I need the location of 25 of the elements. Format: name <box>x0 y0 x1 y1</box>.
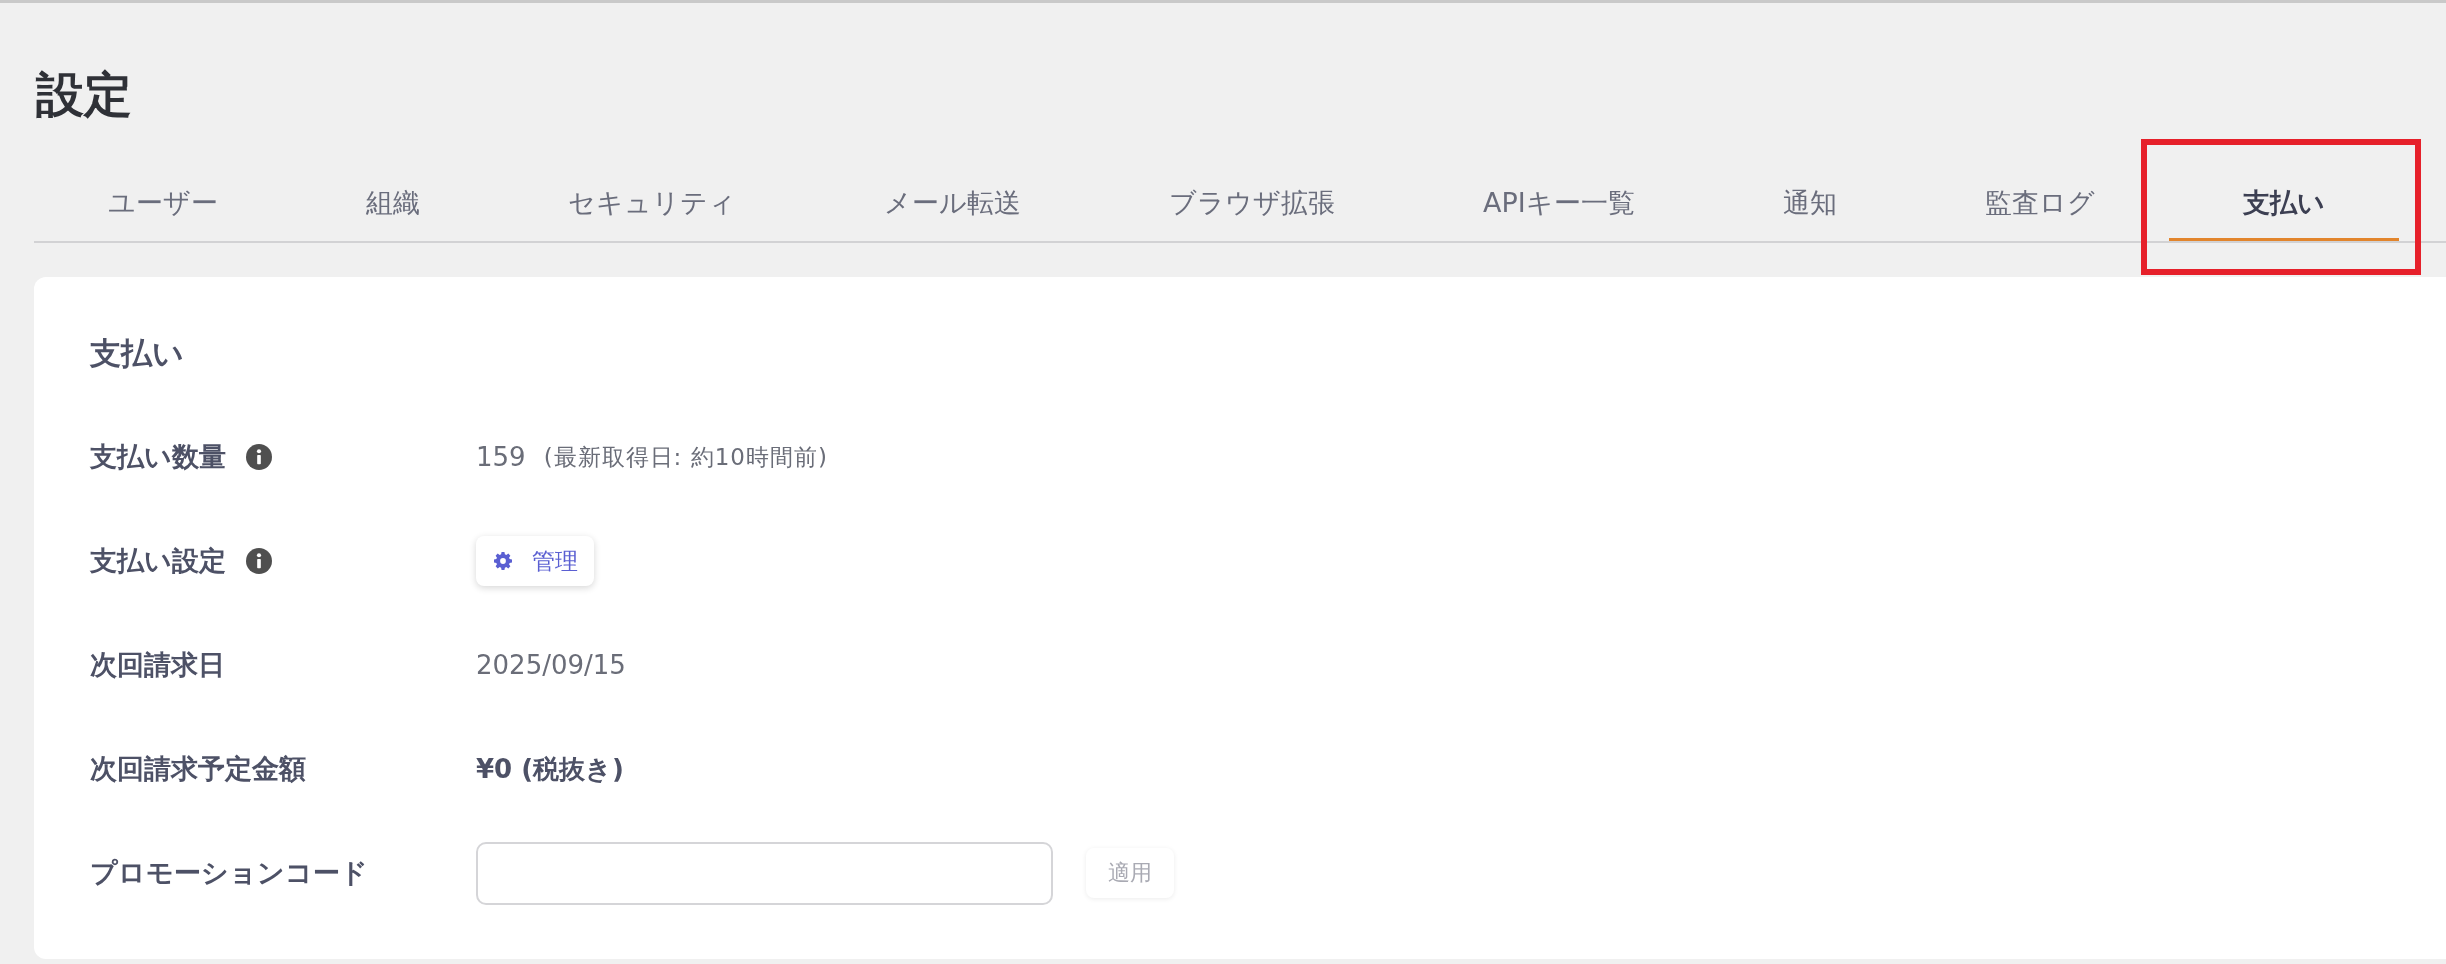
manage-button[interactable]: 管理 <box>476 536 594 586</box>
tab[interactable]: メール転送 <box>810 167 1095 241</box>
field-label: プロモーションコード <box>90 856 368 890</box>
field-label: 支払い設定 <box>90 544 226 578</box>
info-icon[interactable] <box>246 444 272 470</box>
field-value: 159 <box>476 442 526 472</box>
amount-value: ¥0 (税抜き) <box>476 752 624 786</box>
field-label: 次回請求予定金額 <box>90 752 306 786</box>
field-label: 支払い数量 <box>90 440 226 474</box>
tab[interactable]: 組織 <box>292 167 494 241</box>
tab[interactable]: ユーザー <box>34 167 292 241</box>
tab[interactable]: セキュリティ <box>494 167 810 241</box>
tab[interactable]: ブラウザ拡張 <box>1095 167 1409 241</box>
tab[interactable]: APIキー一覧 <box>1409 167 1709 241</box>
tab[interactable]: 支払い <box>2168 167 2399 241</box>
field-value: 2025/09/15 <box>476 650 626 680</box>
promo-code-field[interactable] <box>476 841 1053 905</box>
gear-icon <box>494 552 512 570</box>
tab[interactable]: 監査ログ <box>1910 167 2169 241</box>
page-title: 設定 <box>35 65 132 123</box>
field-label: 次回請求日 <box>90 648 225 682</box>
value-note: (最新取得日: 約10時間前) <box>543 442 828 472</box>
info-icon[interactable] <box>246 548 272 574</box>
tab[interactable]: 通知 <box>1708 167 1911 241</box>
section-heading: 支払い <box>90 334 184 373</box>
